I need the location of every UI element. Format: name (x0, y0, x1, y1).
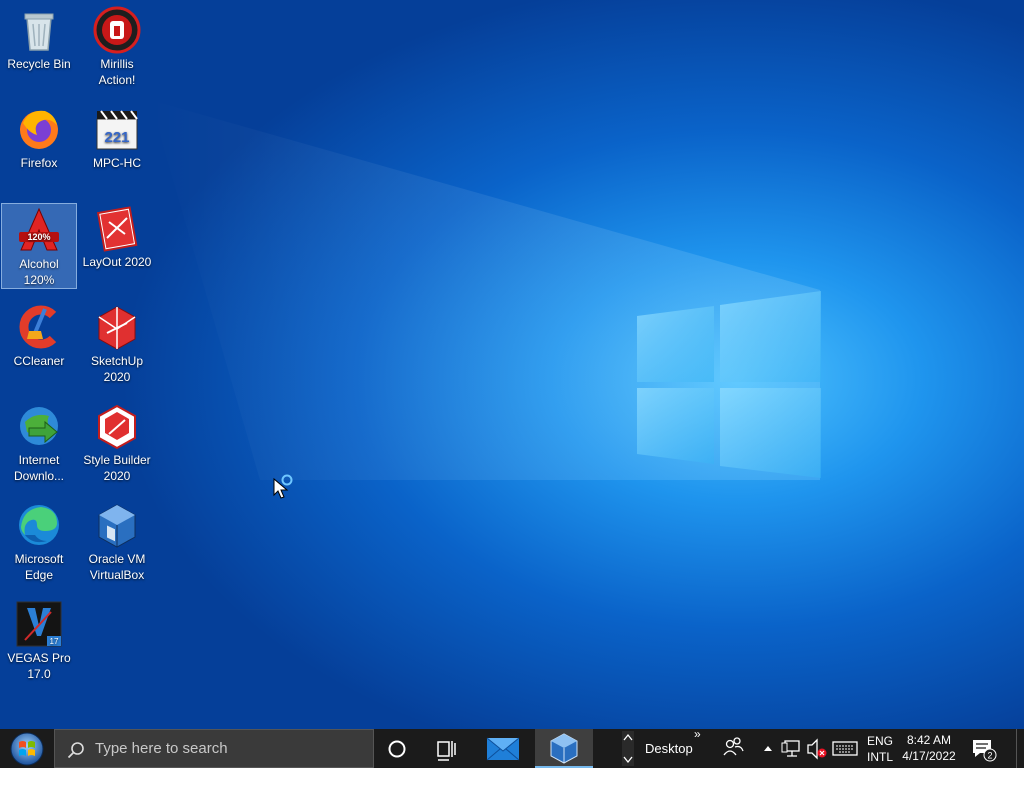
action-center-button[interactable]: 2 (964, 729, 1000, 768)
style-builder-2020-icon (98, 404, 136, 450)
cortana-circle-icon (388, 740, 406, 758)
task-view-button[interactable] (426, 729, 466, 768)
desktop-icon-label: Style Builder 2020 (83, 453, 151, 483)
keyboard-icon (832, 741, 858, 756)
desktop-icon-label: Firefox (20, 156, 58, 170)
alcohol-120-icon: 120% (19, 207, 59, 251)
desktop-icon-label: VEGAS Pro 17.0 (7, 651, 71, 681)
desktop-icon-label: Oracle VM VirtualBox (88, 552, 146, 582)
taskbar-clock[interactable]: 8:42 AM 4/17/2022 (898, 729, 960, 768)
taskbar-virtualbox-app[interactable] (535, 729, 593, 768)
taskbar: Type here to search Desktop » ENG INTL 8… (0, 727, 1024, 768)
volume-button[interactable] (804, 729, 828, 768)
desktop[interactable]: Recycle Bin Firefox 120% Alcohol 120% CC… (0, 0, 1024, 729)
input-language-indicator[interactable]: ENG INTL (862, 729, 898, 768)
toolbar-more-chevron-icon[interactable]: » (694, 727, 701, 741)
windows-start-orb-icon (10, 732, 44, 766)
desktop-icon-ccleaner[interactable]: CCleaner (1, 301, 77, 369)
people-icon (723, 737, 744, 756)
search-placeholder: Type here to search (95, 740, 228, 757)
chevron-up-icon (764, 746, 772, 751)
show-desktop-button[interactable] (1016, 729, 1024, 768)
task-view-icon (437, 741, 456, 761)
touch-keyboard-button[interactable] (830, 729, 860, 768)
search-icon (67, 742, 84, 759)
svg-text:221: 221 (104, 129, 129, 146)
clock-date: 4/17/2022 (902, 749, 956, 763)
mouse-cursor-icon (273, 474, 293, 499)
toolbar-scroll-arrows-icon[interactable] (622, 731, 634, 766)
desktop-icon-label: Microsoft Edge (14, 552, 64, 582)
desktop-icon-firefox[interactable]: Firefox (1, 103, 77, 171)
desktop-toolbar-label: Desktop (645, 741, 693, 756)
keyboard-layout-code: INTL (866, 750, 893, 764)
desktop-icon-vegas-pro[interactable]: 17 VEGAS Pro 17.0 (1, 598, 77, 682)
firefox-icon (20, 110, 58, 149)
desktop-icon-label: Internet Downlo... (13, 453, 65, 483)
desktop-icon-microsoft-edge[interactable]: Microsoft Edge (1, 499, 77, 583)
start-button[interactable] (0, 729, 54, 768)
desktop-icon-label: LayOut 2020 (82, 255, 152, 269)
language-code: ENG (866, 734, 893, 748)
network-button[interactable] (780, 729, 804, 768)
desktop-icon-alcohol-120[interactable]: 120% Alcohol 120% (1, 203, 77, 289)
desktop-toolbar[interactable]: Desktop » (620, 727, 710, 768)
desktop-icon-internet-download-manager[interactable]: Internet Downlo... (1, 400, 77, 484)
desktop-icon-recycle-bin[interactable]: Recycle Bin (1, 4, 77, 72)
desktop-icon-virtualbox[interactable]: Oracle VM VirtualBox (79, 499, 155, 583)
taskbar-search-box[interactable]: Type here to search (54, 729, 374, 768)
desktop-icon-mirillis-action[interactable]: Mirillis Action! (79, 4, 155, 88)
desktop-icon-style-builder-2020[interactable]: Style Builder 2020 (79, 400, 155, 484)
mpc-hc-icon: 221 (96, 110, 138, 150)
sketchup-2020-icon (98, 306, 136, 350)
ccleaner-icon (19, 305, 57, 349)
svg-text:120%: 120% (27, 232, 50, 242)
cortana-button[interactable] (378, 729, 416, 768)
taskbar-mail-app[interactable] (476, 729, 530, 768)
clock-time: 8:42 AM (906, 733, 952, 747)
network-icon (781, 740, 800, 757)
desktop-icon-label: Mirillis Action! (98, 57, 136, 87)
microsoft-edge-icon (19, 505, 59, 545)
notification-count-badge: 2 (987, 751, 992, 761)
desktop-icon-sketchup-2020[interactable]: SketchUp 2020 (79, 301, 155, 385)
vegas-pro-icon: 17 (16, 601, 62, 647)
layout-2020-icon (96, 206, 138, 252)
show-hidden-icons-button[interactable] (758, 729, 778, 768)
internet-download-manager-icon (20, 407, 58, 445)
desktop-icon-layout-2020[interactable]: LayOut 2020 (79, 202, 155, 270)
desktop-icon-label: Recycle Bin (7, 57, 71, 71)
mail-icon (486, 737, 520, 761)
speaker-muted-icon (807, 738, 827, 760)
people-button[interactable] (718, 729, 748, 768)
mirillis-action-icon (93, 6, 141, 54)
desktop-icon-label: MPC-HC (93, 156, 141, 170)
svg-text:17: 17 (50, 637, 59, 646)
recycle-bin-icon (24, 13, 54, 51)
virtualbox-icon (98, 504, 136, 548)
desktop-icon-label: Alcohol 120% (19, 257, 59, 287)
desktop-icon-label: SketchUp 2020 (90, 354, 144, 384)
desktop-icon-label: CCleaner (13, 354, 65, 368)
desktop-icon-mpc-hc[interactable]: 221 MPC-HC (79, 103, 155, 171)
notification-icon: 2 (973, 740, 997, 762)
virtualbox-taskbar-icon (550, 733, 578, 764)
